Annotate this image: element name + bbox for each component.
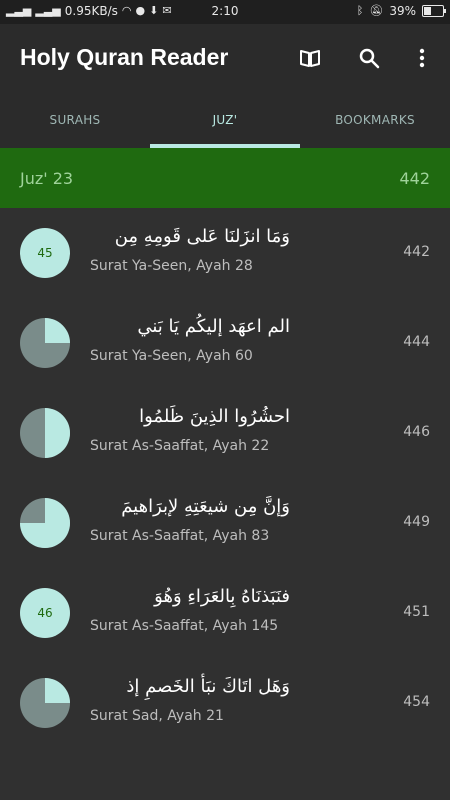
progress-indicator: 46: [20, 588, 70, 638]
list-item[interactable]: الم اعهَد إليكُم يَا بَني Surat Ya-Seen,…: [0, 298, 450, 388]
ayah-reference: Surat Ya-Seen, Ayah 28: [90, 258, 253, 274]
ayah-text: الم اعهَد إليكُم يَا بَني: [137, 316, 290, 337]
progress-indicator: [20, 318, 70, 368]
pie-filled-slice: [45, 318, 70, 343]
status-bar: ▂▃▅ ▂▃▅ 0.95KB/s ◠ ● ⬇ ✉ 2:10 ᛒ 🔕︎ 39%: [0, 0, 450, 24]
page-number: 444: [403, 334, 430, 350]
ayah-text: وَهَل اتَاكَ نبَأ الخَصمِ إذ: [126, 676, 290, 697]
ayah-text: فنَبَذنَاهُ بِالعَرَاءِ وَهُوَ: [154, 586, 290, 607]
list-item[interactable]: وَهَل اتَاكَ نبَأ الخَصمِ إذ Surat Sad, …: [0, 658, 450, 748]
ayah-reference: Surat Sad, Ayah 21: [90, 708, 224, 724]
juz-number-badge: 46: [20, 588, 70, 638]
app-bar: Holy Quran Reader: [0, 24, 450, 96]
tab-surahs[interactable]: SURAHS: [0, 96, 150, 148]
page-number: 454: [403, 694, 430, 710]
page-number: 446: [403, 424, 430, 440]
ayah-text: وَمَا انزَلنَا عَلى قَومِهِ مِن: [114, 226, 290, 247]
list-item[interactable]: 45 وَمَا انزَلنَا عَلى قَومِهِ مِن Surat…: [0, 208, 450, 298]
progress-indicator: [20, 408, 70, 458]
battery-percent: 39%: [389, 4, 416, 18]
progress-indicator: [20, 498, 70, 548]
tab-bar: SURAHS JUZ' BOOKMARKS: [0, 96, 450, 148]
pie-progress-icon: [20, 318, 70, 368]
battery-icon: [422, 5, 446, 17]
progress-indicator: [20, 678, 70, 728]
pie-filled-slice: [45, 408, 70, 458]
book-icon[interactable]: [296, 44, 324, 72]
ayah-text: وَإنَّ مِن شيعَتِهِ لإبرَاهيمَ: [121, 496, 290, 517]
page-number: 442: [403, 244, 430, 260]
progress-indicator: 45: [20, 228, 70, 278]
more-vert-icon[interactable]: [408, 44, 436, 72]
ayah-list: 45 وَمَا انزَلنَا عَلى قَومِهِ مِن Surat…: [0, 208, 450, 748]
mute-icon: 🔕︎: [369, 4, 384, 17]
ayah-reference: Surat As-Saaffat, Ayah 22: [90, 438, 270, 454]
tab-juz[interactable]: JUZ': [150, 96, 300, 148]
ayah-reference: Surat As-Saaffat, Ayah 83: [90, 528, 270, 544]
status-right: ᛒ 🔕︎ 39%: [356, 4, 446, 18]
tab-bookmarks[interactable]: BOOKMARKS: [300, 96, 450, 148]
juz-header[interactable]: Juz' 23 442: [0, 148, 450, 208]
ayah-reference: Surat Ya-Seen, Ayah 60: [90, 348, 253, 364]
app-title: Holy Quran Reader: [20, 44, 229, 70]
list-item[interactable]: وَإنَّ مِن شيعَتِهِ لإبرَاهيمَ Surat As-…: [0, 478, 450, 568]
page-number: 449: [403, 514, 430, 530]
bluetooth-icon: ᛒ: [356, 4, 364, 17]
juz-number-badge: 45: [20, 228, 70, 278]
pie-progress-icon: [20, 408, 70, 458]
ayah-text: احشُرُوا الذِينَ ظَلمُوا: [139, 406, 290, 427]
pie-filled-slice: [45, 678, 70, 703]
search-icon[interactable]: [355, 44, 383, 72]
juz-page: 442: [399, 169, 430, 188]
ayah-reference: Surat As-Saaffat, Ayah 145: [90, 618, 279, 634]
page-number: 451: [403, 604, 430, 620]
juz-name: Juz' 23: [20, 169, 74, 188]
list-item[interactable]: 46 فنَبَذنَاهُ بِالعَرَاءِ وَهُوَ Surat …: [0, 568, 450, 658]
list-item[interactable]: احشُرُوا الذِينَ ظَلمُوا Surat As-Saaffa…: [0, 388, 450, 478]
pie-progress-icon: [20, 498, 70, 548]
pie-progress-icon: [20, 678, 70, 728]
